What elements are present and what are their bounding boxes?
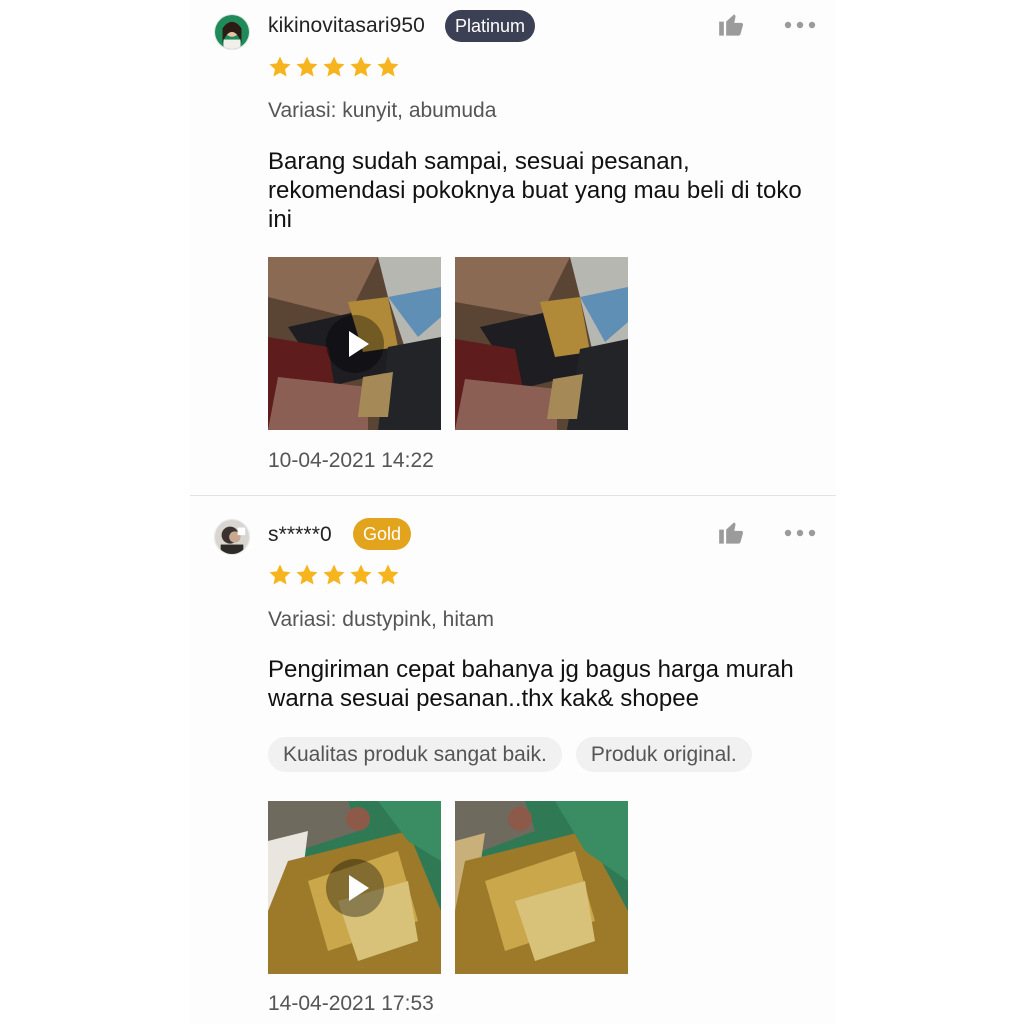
review-card: kikinovitasari950 Platinum Variasi: kuny… — [190, 0, 836, 496]
star-icon — [377, 56, 399, 77]
star-icon — [323, 56, 345, 77]
review-card: s*****0 Gold Variasi: dustypink, hitam P… — [190, 497, 836, 1024]
star-icon — [269, 564, 291, 585]
star-icon — [350, 56, 372, 77]
avatar[interactable] — [214, 519, 250, 555]
star-icon — [296, 56, 318, 77]
star-icon — [323, 564, 345, 585]
play-icon[interactable] — [326, 859, 384, 917]
rating-stars — [268, 563, 400, 587]
review-tag: Produk original. — [575, 737, 752, 772]
star-icon — [377, 564, 399, 585]
review-tags: Kualitas produk sangat baik. Produk orig… — [268, 737, 752, 772]
review-media — [268, 801, 628, 974]
membership-badge: Gold — [353, 518, 412, 550]
more-dots-icon[interactable] — [784, 526, 816, 538]
thumbs-up-icon[interactable] — [718, 10, 746, 38]
review-timestamp: 14-04-2021 17:53 — [268, 992, 434, 1015]
more-dots-icon[interactable] — [784, 18, 816, 30]
play-icon[interactable] — [326, 315, 384, 373]
review-divider — [190, 495, 836, 496]
membership-badge: Platinum — [445, 10, 536, 42]
review-tag: Kualitas produk sangat baik. — [268, 737, 562, 772]
star-icon — [269, 56, 291, 77]
thumbs-up-icon[interactable] — [718, 518, 746, 546]
reviewer-username[interactable]: kikinovitasari950 — [268, 14, 425, 38]
review-comment: Pengiriman cepat bahanya jg bagus harga … — [268, 656, 794, 712]
star-icon — [296, 564, 318, 585]
review-timestamp: 10-04-2021 14:22 — [268, 449, 434, 472]
variation-text: Variasi: kunyit, abumuda — [268, 99, 497, 122]
variation-text: Variasi: dustypink, hitam — [268, 608, 495, 631]
review-image-thumbnail[interactable] — [455, 801, 628, 974]
review-video-thumbnail[interactable] — [268, 801, 441, 974]
review-comment: Barang sudah sampai, sesuai pesanan, rek… — [268, 148, 802, 233]
review-video-thumbnail[interactable] — [268, 257, 441, 430]
rating-stars — [268, 55, 400, 79]
review-image-thumbnail[interactable] — [455, 257, 628, 430]
reviewer-username[interactable]: s*****0 — [268, 523, 332, 547]
review-media — [268, 257, 628, 430]
star-icon — [350, 564, 372, 585]
avatar[interactable] — [214, 14, 250, 50]
